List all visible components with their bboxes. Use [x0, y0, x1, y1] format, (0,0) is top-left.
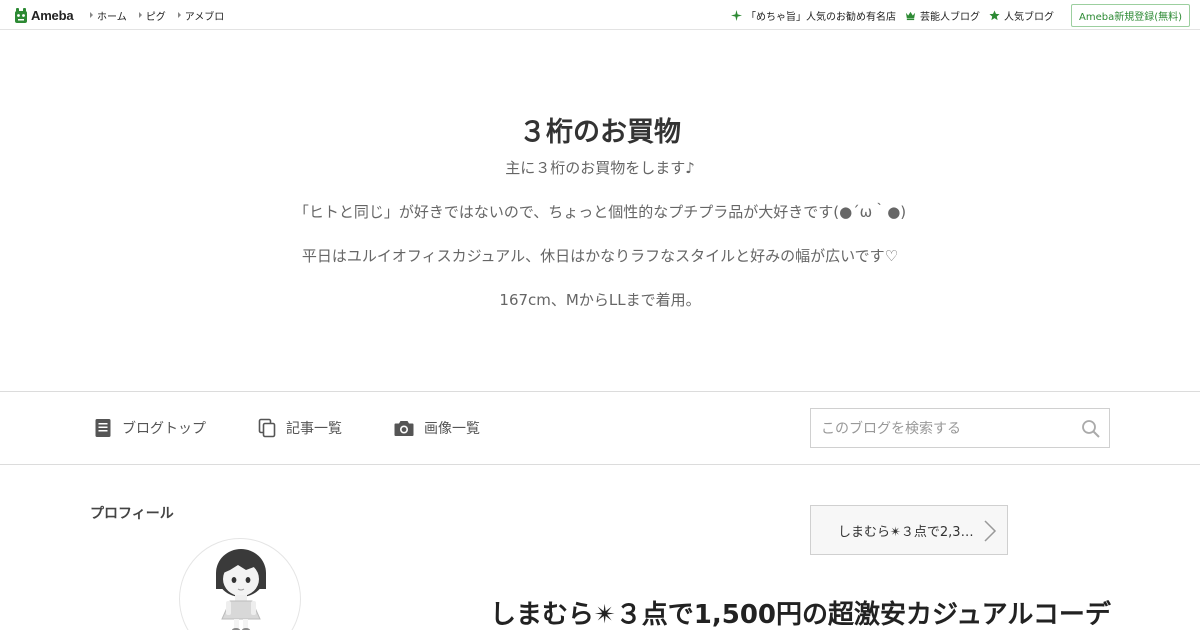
global-header: Ameba ホーム ピグ アメブロ 「めちゃ旨」人気のお勧め有名店 芸能人ブログ…: [0, 0, 1200, 30]
profile-heading: プロフィール: [90, 506, 174, 522]
crown-icon: [905, 11, 916, 20]
nav-label: 記事一覧: [286, 421, 342, 437]
avatar[interactable]: [179, 538, 301, 630]
sparkle-icon: [730, 9, 742, 21]
triangle-right-icon: [177, 12, 181, 18]
nav-link-celebrity-blogs[interactable]: 芸能人ブログ: [905, 8, 980, 23]
nav-entry-list[interactable]: 記事一覧: [258, 417, 342, 439]
global-nav-right: 「めちゃ旨」人気のお勧め有名店 芸能人ブログ 人気ブログ Ameba新規登録(無…: [730, 0, 1190, 30]
nav-image-list[interactable]: 画像一覧: [394, 417, 480, 439]
nav-link-label: 「めちゃ旨」人気のお勧め有名店: [745, 11, 896, 23]
blog-search-input[interactable]: [821, 419, 1071, 439]
nav-label: 画像一覧: [424, 421, 480, 437]
blog-header: ３桁のお買物 主に３桁のお買物をします♪ 「ヒトと同じ」が好きではないので、ちょ…: [0, 30, 1200, 391]
ameba-logo-icon: [15, 7, 27, 23]
nav-link-label: 人気ブログ: [1003, 11, 1054, 23]
triangle-right-icon: [138, 12, 142, 18]
search-icon[interactable]: [1081, 419, 1101, 439]
chevron-right-icon: [984, 520, 997, 542]
nav-link-label: ピグ: [145, 11, 166, 23]
nav-link-pigg[interactable]: ピグ: [138, 8, 166, 23]
blog-description-line: 「ヒトと同じ」が好きではないので、ちょっと個性的なプチプラ品が大好きです(●´ω…: [293, 203, 907, 221]
nav-link-ameblo[interactable]: アメブロ: [177, 8, 225, 23]
blog-title[interactable]: ３桁のお買物: [0, 110, 1200, 149]
next-post-link[interactable]: しまむら✴３点で2,3…: [810, 505, 1008, 555]
nav-link-label: アメブロ: [184, 11, 225, 23]
nav-link-home[interactable]: ホーム: [90, 8, 127, 23]
avatar-illustration: [216, 549, 266, 630]
blog-nav: ブログトップ 記事一覧 画像一覧: [0, 392, 1200, 464]
divider: [0, 464, 1200, 465]
blog-description-line: 167cm、MからLLまで着用。: [499, 291, 701, 309]
signup-button[interactable]: Ameba新規登録(無料): [1070, 3, 1190, 27]
global-nav-left: ホーム ピグ アメブロ: [90, 0, 224, 30]
nav-link-gourmet[interactable]: 「めちゃ旨」人気のお勧め有名店: [730, 8, 896, 23]
camera-icon: [394, 421, 414, 436]
blog-search-box: [810, 408, 1110, 448]
blog-description-line: 平日はユルイオフィスカジュアル、休日はかなりラフなスタイルと好みの幅が広いです♡: [301, 247, 899, 265]
nav-link-popular-blogs[interactable]: 人気ブログ: [989, 8, 1054, 23]
next-post-title: しまむら✴３点で2,3…: [838, 524, 974, 540]
nav-label: ブログトップ: [122, 421, 206, 437]
entry-title[interactable]: しまむら✴３点で1,500円の超激安カジュアルコーデ: [490, 594, 1111, 630]
nav-blog-top[interactable]: ブログトップ: [94, 417, 206, 439]
ameba-logo[interactable]: Ameba: [14, 6, 74, 24]
copy-icon: [258, 418, 276, 438]
nav-link-label: ホーム: [97, 11, 127, 23]
star-icon: [989, 9, 1000, 20]
blog-description-line: 主に３桁のお買物をします♪: [505, 159, 695, 177]
document-icon: [95, 419, 111, 437]
logo-text: Ameba: [31, 7, 74, 23]
nav-link-label: 芸能人ブログ: [919, 11, 980, 23]
triangle-right-icon: [90, 12, 93, 18]
